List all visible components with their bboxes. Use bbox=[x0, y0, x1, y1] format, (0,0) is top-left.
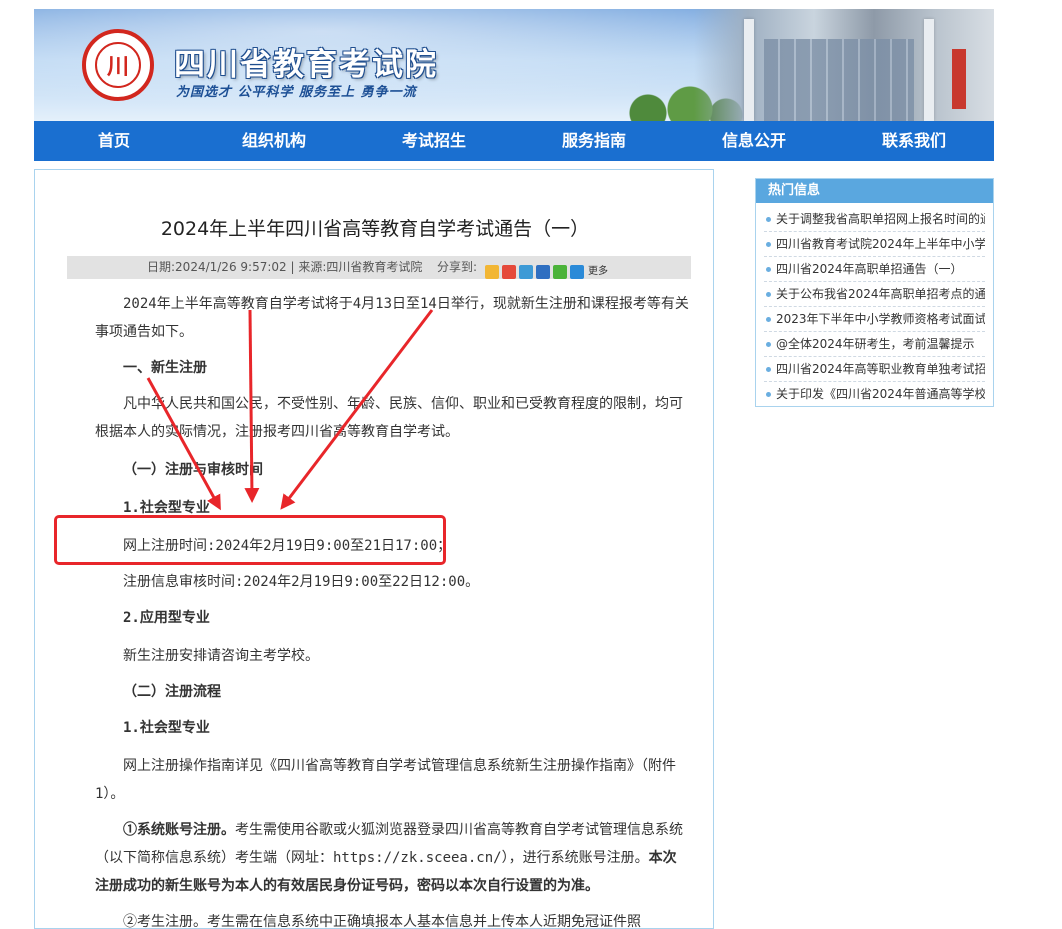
paragraph-review-time: 注册信息审核时间:2024年2月19日9:00至22日12:00。 bbox=[123, 574, 480, 590]
subheading-social-major-2: 1.社会型专业 bbox=[123, 720, 210, 736]
bullet-icon bbox=[766, 242, 771, 247]
logo-inner-ring: 川 bbox=[95, 42, 141, 88]
hot-info-item[interactable]: 2023年下半年中小学教师资格考试面试成绩查询 bbox=[764, 307, 985, 332]
share-more-link[interactable]: 更多 bbox=[588, 260, 608, 283]
hot-info-link[interactable]: 关于调整我省高职单招网上报名时间的通知 bbox=[776, 212, 985, 226]
hot-info-link[interactable]: 四川省2024年高等职业教育单独考试招生 bbox=[776, 362, 985, 376]
subheading-applied-major: 2.应用型专业 bbox=[123, 610, 210, 626]
site-title: 四川省教育考试院 bbox=[174, 47, 438, 83]
building-glass bbox=[764, 39, 914, 121]
hot-info-item[interactable]: 关于印发《四川省2024年普通高等学校招生 bbox=[764, 382, 985, 406]
bullet-icon bbox=[766, 367, 771, 372]
paragraph-intro: 2024年上半年高等教育自学考试将于4月13日至14日举行，现就新生注册和课程报… bbox=[95, 296, 689, 340]
paragraph-guide: 网上注册操作指南详见《四川省高等教育自学考试管理信息系统新生注册操作指南》（附件… bbox=[95, 758, 676, 802]
hot-info-link[interactable]: 四川省2024年高职单招通告（一） bbox=[776, 262, 963, 276]
bullet-icon bbox=[766, 392, 771, 397]
highlight-box bbox=[54, 515, 446, 565]
nav-exam-admission[interactable]: 考试招生 bbox=[354, 121, 514, 161]
section-heading-new-registration: 一、新生注册 bbox=[123, 360, 207, 376]
paragraph-step2: ②考生注册。考生需在信息系统中正确填报本人基本信息并上传本人近期免冠证件照 bbox=[123, 914, 641, 929]
building-column bbox=[924, 19, 934, 121]
nav-home[interactable]: 首页 bbox=[34, 121, 194, 161]
main-nav: 首页 组织机构 考试招生 服务指南 信息公开 联系我们 bbox=[34, 121, 994, 161]
share-label: 分享到: bbox=[437, 260, 478, 274]
site-logo[interactable]: 川 bbox=[82, 29, 154, 101]
qzone-icon[interactable] bbox=[485, 264, 499, 279]
article-title: 2024年上半年四川省高等教育自学考试通告（一） bbox=[160, 218, 590, 240]
banner-building-image bbox=[694, 9, 994, 121]
nav-service-guide[interactable]: 服务指南 bbox=[514, 121, 674, 161]
nav-info-disclosure[interactable]: 信息公开 bbox=[674, 121, 834, 161]
hot-info-link[interactable]: 四川省教育考试院2024年上半年中小学教师资格考试 bbox=[776, 237, 985, 251]
article-meta: 日期:2024/1/26 9:57:02 | 来源:四川省教育考试院 bbox=[147, 260, 423, 274]
hot-info-item[interactable]: 关于公布我省2024年高职单招考点的通知 bbox=[764, 282, 985, 307]
hot-info-link[interactable]: 2023年下半年中小学教师资格考试面试成绩查询 bbox=[776, 312, 985, 326]
hot-info-item[interactable]: 关于调整我省高职单招网上报名时间的通知 bbox=[764, 207, 985, 232]
wechat-icon[interactable] bbox=[553, 264, 567, 279]
bullet-icon bbox=[766, 217, 771, 222]
hot-info-list: 关于调整我省高职单招网上报名时间的通知 四川省教育考试院2024年上半年中小学教… bbox=[764, 207, 985, 406]
building-column bbox=[744, 19, 754, 121]
bullet-icon bbox=[766, 342, 771, 347]
article-meta-bar: 日期:2024/1/26 9:57:02 | 来源:四川省教育考试院 分享到: … bbox=[67, 256, 691, 279]
weibo-icon[interactable] bbox=[502, 264, 516, 279]
hot-info-sidebar: 热门信息 关于调整我省高职单招网上报名时间的通知 四川省教育考试院2024年上半… bbox=[755, 178, 994, 407]
share-icons: 更多 bbox=[485, 260, 608, 283]
bullet-icon bbox=[766, 267, 771, 272]
hot-info-item[interactable]: @全体2024年研考生，考前温馨提示 bbox=[764, 332, 985, 357]
hot-info-link[interactable]: 关于印发《四川省2024年普通高等学校招生 bbox=[776, 387, 985, 401]
more-icon[interactable] bbox=[570, 264, 584, 279]
header-banner: 川 四川省教育考试院 为国选才 公平科学 服务至上 勇争一流 bbox=[34, 9, 994, 121]
hot-info-item[interactable]: 四川省教育考试院2024年上半年中小学教师资格考试 bbox=[764, 232, 985, 257]
paragraph-eligibility: 凡中华人民共和国公民，不受性别、年龄、民族、信仰、职业和已受教育程度的限制，均可… bbox=[95, 396, 683, 440]
bullet-icon bbox=[766, 292, 771, 297]
subheading-registration-process: （二）注册流程 bbox=[123, 684, 221, 700]
sidebar-heading: 热门信息 bbox=[756, 179, 993, 203]
step1-heading: ①系统账号注册。 bbox=[123, 822, 235, 838]
logo-mark: 川 bbox=[106, 55, 129, 80]
nav-contact-us[interactable]: 联系我们 bbox=[834, 121, 994, 161]
building-sign bbox=[952, 49, 966, 109]
tencent-weibo-icon[interactable] bbox=[519, 264, 533, 279]
renren-icon[interactable] bbox=[536, 264, 550, 279]
paragraph-applied: 新生注册安排请咨询主考学校。 bbox=[123, 648, 319, 664]
site-slogan: 为国选才 公平科学 服务至上 勇争一流 bbox=[176, 85, 417, 100]
hot-info-item[interactable]: 四川省2024年高等职业教育单独考试招生 bbox=[764, 357, 985, 382]
hot-info-item[interactable]: 四川省2024年高职单招通告（一） bbox=[764, 257, 985, 282]
paragraph-step1: ①系统账号注册。考生需使用谷歌或火狐浏览器登录四川省高等教育自学考试管理信息系统… bbox=[95, 816, 690, 900]
bullet-icon bbox=[766, 317, 771, 322]
nav-organization[interactable]: 组织机构 bbox=[194, 121, 354, 161]
hot-info-link[interactable]: 关于公布我省2024年高职单招考点的通知 bbox=[776, 287, 985, 301]
subheading-registration-time: （一）注册与审核时间 bbox=[123, 462, 263, 478]
hot-info-link[interactable]: @全体2024年研考生，考前温馨提示 bbox=[776, 337, 975, 351]
